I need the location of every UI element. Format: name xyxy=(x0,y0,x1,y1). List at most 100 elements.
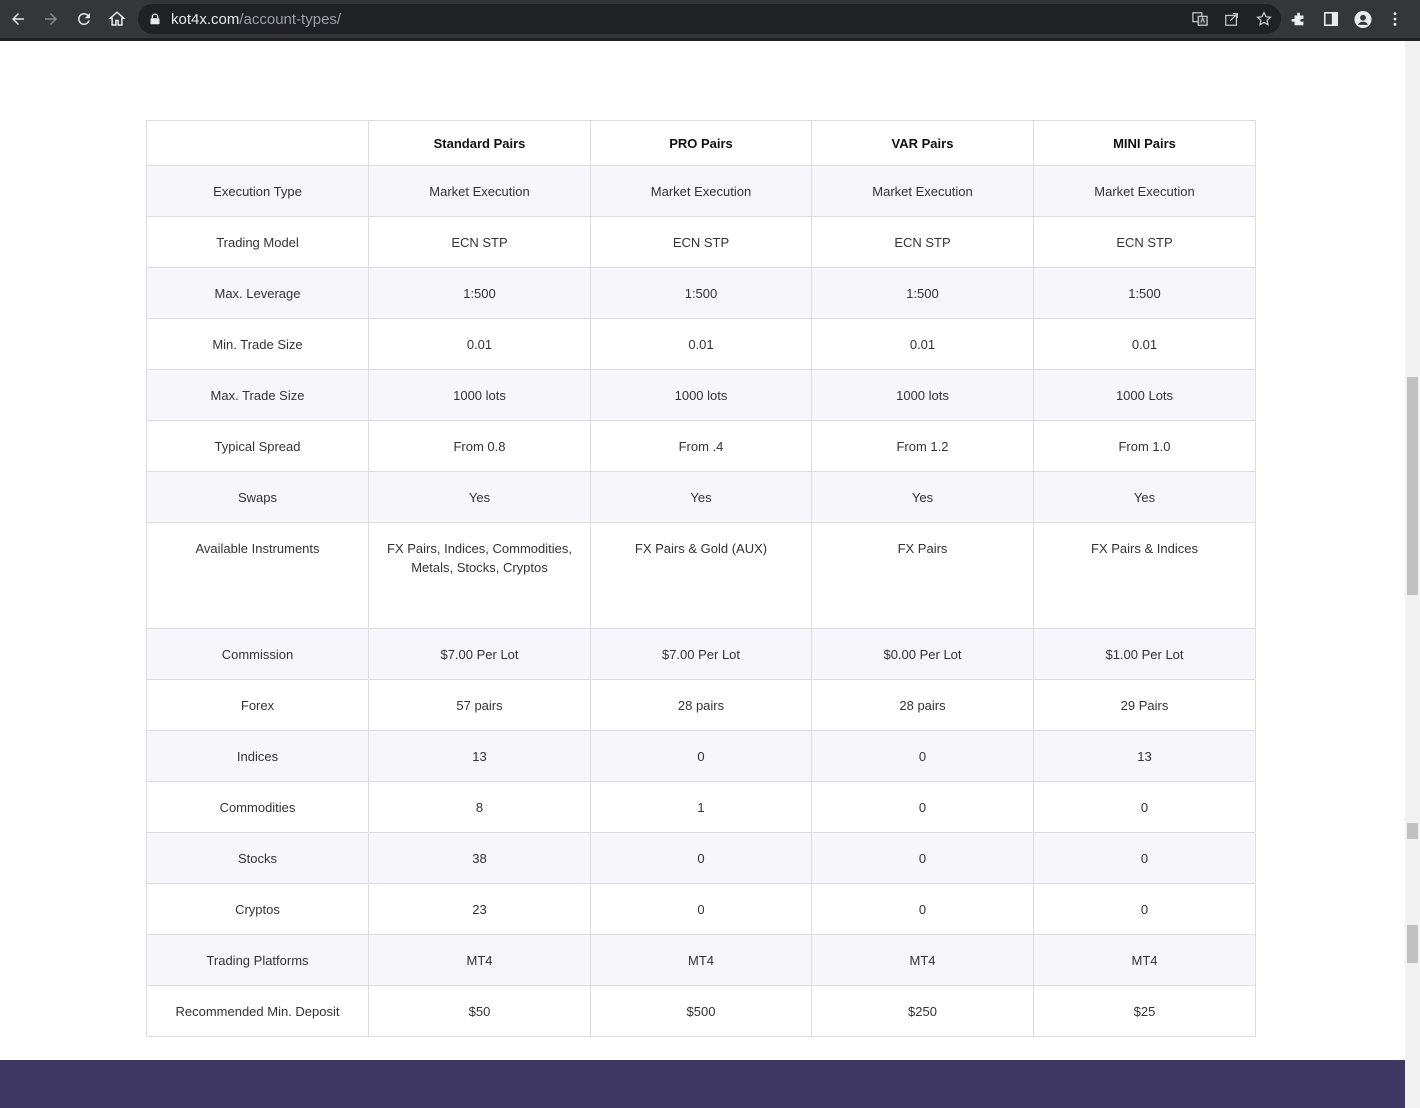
bookmark-star-icon[interactable] xyxy=(1255,10,1273,28)
table-cell: 0 xyxy=(811,832,1034,884)
row-label: Cryptos xyxy=(146,883,369,935)
profile-avatar-icon[interactable] xyxy=(1354,10,1372,28)
table-cell: ECN STP xyxy=(811,216,1034,268)
table-row: Trading Model ECN STP ECN STP ECN STP ECN ST… xyxy=(146,216,1256,268)
table-row: Recommended Min. Deposit $50 $500 $250 $25 xyxy=(146,985,1256,1037)
table-cell: FX Pairs & Gold (AUX) xyxy=(590,522,812,629)
forward-icon[interactable] xyxy=(35,3,67,35)
table-cell: 1:500 xyxy=(811,267,1034,319)
table-cell: 29 Pairs xyxy=(1033,679,1256,731)
home-icon[interactable] xyxy=(101,3,133,35)
table-cell: From 1.0 xyxy=(1033,420,1256,472)
table-cell: 1000 lots xyxy=(590,369,812,421)
table-row: Commodities 8 1 0 0 xyxy=(146,781,1256,833)
header-cell-empty xyxy=(146,120,369,166)
table-row: Available Instruments FX Pairs, Indices, … xyxy=(146,522,1256,629)
header-pro-pairs: PRO Pairs xyxy=(590,120,812,166)
row-label: Stocks xyxy=(146,832,369,884)
table-cell: 0.01 xyxy=(1033,318,1256,370)
table-row: Typical Spread From 0.8 From .4 From 1.2 Fro… xyxy=(146,420,1256,472)
footer-band xyxy=(0,1060,1405,1108)
row-label: Recommended Min. Deposit xyxy=(146,985,369,1037)
row-label: Execution Type xyxy=(146,165,369,217)
extensions-icon[interactable] xyxy=(1290,10,1308,28)
table-cell: $7.00 Per Lot xyxy=(590,628,812,680)
row-label: Swaps xyxy=(146,471,369,523)
table-cell: $500 xyxy=(590,985,812,1037)
table-cell: 13 xyxy=(368,730,591,782)
table-row: Forex 57 pairs 28 pairs 28 pairs 29 Pairs xyxy=(146,679,1256,731)
table-cell: MT4 xyxy=(811,934,1034,986)
scrollbar-marker xyxy=(1407,925,1418,963)
browser-toolbar: kot4x.com/account-types/ xyxy=(0,0,1420,41)
table-cell: $50 xyxy=(368,985,591,1037)
table-row: Cryptos 23 0 0 0 xyxy=(146,883,1256,935)
table-cell: $7.00 Per Lot xyxy=(368,628,591,680)
table-cell: 0 xyxy=(811,730,1034,782)
table-cell: 1000 Lots xyxy=(1033,369,1256,421)
table-cell: $25 xyxy=(1033,985,1256,1037)
lock-icon xyxy=(149,12,163,26)
table-cell: 1:500 xyxy=(590,267,812,319)
table-cell: 0.01 xyxy=(368,318,591,370)
table-cell: MT4 xyxy=(1033,934,1256,986)
table-row: Stocks 38 0 0 0 xyxy=(146,832,1256,884)
table-cell: FX Pairs, Indices, Commodities, Metals, … xyxy=(368,522,591,629)
reload-icon[interactable] xyxy=(68,3,100,35)
header-mini-pairs: MINI Pairs xyxy=(1033,120,1256,166)
table-row: Trading Platforms MT4 MT4 MT4 MT4 xyxy=(146,934,1256,986)
table-cell: 13 xyxy=(1033,730,1256,782)
table-cell: Yes xyxy=(1033,471,1256,523)
table-cell: 0.01 xyxy=(811,318,1034,370)
row-label: Indices xyxy=(146,730,369,782)
table-header-row: Standard Pairs PRO Pairs VAR Pairs MINI … xyxy=(146,120,1256,166)
row-label: Commission xyxy=(146,628,369,680)
table-cell: Market Execution xyxy=(1033,165,1256,217)
table-cell: ECN STP xyxy=(590,216,812,268)
table-cell: FX Pairs & Indices xyxy=(1033,522,1256,629)
table-row: Swaps Yes Yes Yes Yes xyxy=(146,471,1256,523)
scrollbar-thumb[interactable] xyxy=(1407,377,1418,595)
row-label: Max. Trade Size xyxy=(146,369,369,421)
table-cell: 28 pairs xyxy=(811,679,1034,731)
row-label: Min. Trade Size xyxy=(146,318,369,370)
table-cell: Yes xyxy=(368,471,591,523)
menu-kebab-icon[interactable] xyxy=(1386,10,1404,28)
table-cell: 1:500 xyxy=(1033,267,1256,319)
translate-icon[interactable] xyxy=(1191,10,1209,28)
table-cell: Market Execution xyxy=(368,165,591,217)
table-cell: FX Pairs xyxy=(811,522,1034,629)
address-bar[interactable]: kot4x.com/account-types/ xyxy=(138,4,1281,34)
side-panel-icon[interactable] xyxy=(1322,10,1340,28)
table-cell: From 1.2 xyxy=(811,420,1034,472)
table-row: Max. Trade Size 1000 lots 1000 lots 1000 lo… xyxy=(146,369,1256,421)
table-cell: 0 xyxy=(590,730,812,782)
row-label: Trading Platforms xyxy=(146,934,369,986)
table-row: Indices 13 0 0 13 xyxy=(146,730,1256,782)
row-label: Trading Model xyxy=(146,216,369,268)
table-cell: 28 pairs xyxy=(590,679,812,731)
table-cell: $1.00 Per Lot xyxy=(1033,628,1256,680)
table-cell: Yes xyxy=(590,471,812,523)
table-cell: Yes xyxy=(811,471,1034,523)
table-cell: ECN STP xyxy=(1033,216,1256,268)
table-cell: Market Execution xyxy=(811,165,1034,217)
table-cell: 1:500 xyxy=(368,267,591,319)
back-icon[interactable] xyxy=(2,3,34,35)
table-cell: $0.00 Per Lot xyxy=(811,628,1034,680)
page-scrollbar[interactable] xyxy=(1405,41,1420,1108)
table-cell: 57 pairs xyxy=(368,679,591,731)
row-label: Max. Leverage xyxy=(146,267,369,319)
table-cell: From .4 xyxy=(590,420,812,472)
row-label: Typical Spread xyxy=(146,420,369,472)
table-cell: 8 xyxy=(368,781,591,833)
table-cell: From 0.8 xyxy=(368,420,591,472)
row-label: Commodities xyxy=(146,781,369,833)
table-row: Min. Trade Size 0.01 0.01 0.01 0.01 xyxy=(146,318,1256,370)
table-cell: 0 xyxy=(811,883,1034,935)
table-cell: 0 xyxy=(590,883,812,935)
account-types-table: Standard Pairs PRO Pairs VAR Pairs MINI … xyxy=(146,120,1256,1037)
share-icon[interactable] xyxy=(1223,10,1241,28)
table-cell: 23 xyxy=(368,883,591,935)
table-cell: 0 xyxy=(1033,832,1256,884)
